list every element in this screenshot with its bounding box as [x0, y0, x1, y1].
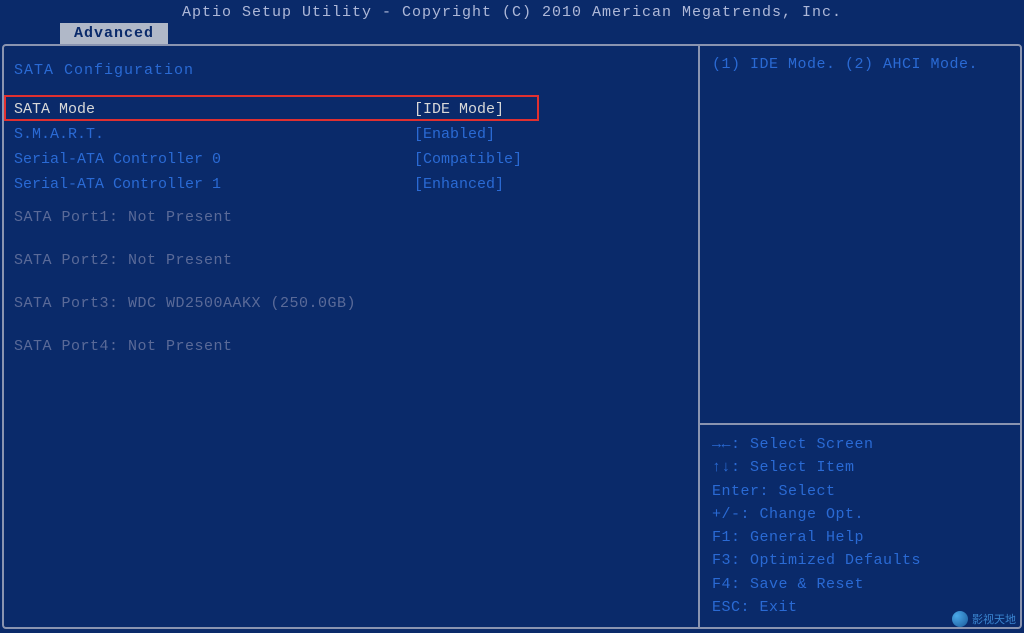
setting-smart[interactable]: S.M.A.R.T. [Enabled] [4, 124, 698, 145]
bios-right-panel: (1) IDE Mode. (2) AHCI Mode. →←: Select … [700, 46, 1020, 627]
setting-sata-controller-1[interactable]: Serial-ATA Controller 1 [Enhanced] [4, 174, 698, 195]
option-help-text: (1) IDE Mode. (2) AHCI Mode. [700, 46, 1020, 83]
help-key-list: →←: Select Screen ↑↓: Select Item Enter:… [700, 425, 1020, 627]
help-key-enter: Enter: Select [712, 480, 1008, 503]
help-key-select-item: ↑↓: Select Item [712, 456, 1008, 479]
sata-port-2: SATA Port2: Not Present [4, 246, 698, 289]
sata-port-4: SATA Port4: Not Present [4, 332, 698, 375]
setting-label: Serial-ATA Controller 1 [14, 176, 414, 193]
setting-sata-mode[interactable]: SATA Mode [IDE Mode] [4, 99, 698, 120]
sata-port-3: SATA Port3: WDC WD2500AAKX (250.0GB) [4, 289, 698, 332]
setting-value: [IDE Mode] [414, 101, 504, 118]
tab-advanced[interactable]: Advanced [60, 23, 168, 44]
setting-label: S.M.A.R.T. [14, 126, 414, 143]
watermark-text: 影视天地 [972, 611, 1016, 627]
bios-left-panel: SATA Configuration SATA Mode [IDE Mode] … [4, 46, 700, 627]
setting-label: Serial-ATA Controller 0 [14, 151, 414, 168]
help-key-general-help: F1: General Help [712, 526, 1008, 549]
setting-sata-controller-0[interactable]: Serial-ATA Controller 0 [Compatible] [4, 149, 698, 170]
setting-value: [Compatible] [414, 151, 522, 168]
sata-port-1: SATA Port1: Not Present [4, 203, 698, 246]
setting-label: SATA Mode [14, 101, 414, 118]
bios-main-frame: SATA Configuration SATA Mode [IDE Mode] … [2, 44, 1022, 629]
watermark-icon [952, 611, 968, 627]
section-title: SATA Configuration [4, 56, 698, 85]
help-key-select-screen: →←: Select Screen [712, 433, 1008, 456]
setting-value: [Enabled] [414, 126, 495, 143]
help-key-optimized-defaults: F3: Optimized Defaults [712, 549, 1008, 572]
help-key-change-opt: +/-: Change Opt. [712, 503, 1008, 526]
setting-value: [Enhanced] [414, 176, 504, 193]
bios-title: Aptio Setup Utility - Copyright (C) 2010… [0, 0, 1024, 23]
bios-tabs: Advanced [0, 23, 1024, 44]
watermark: 影视天地 [952, 611, 1016, 627]
help-key-save-reset: F4: Save & Reset [712, 573, 1008, 596]
